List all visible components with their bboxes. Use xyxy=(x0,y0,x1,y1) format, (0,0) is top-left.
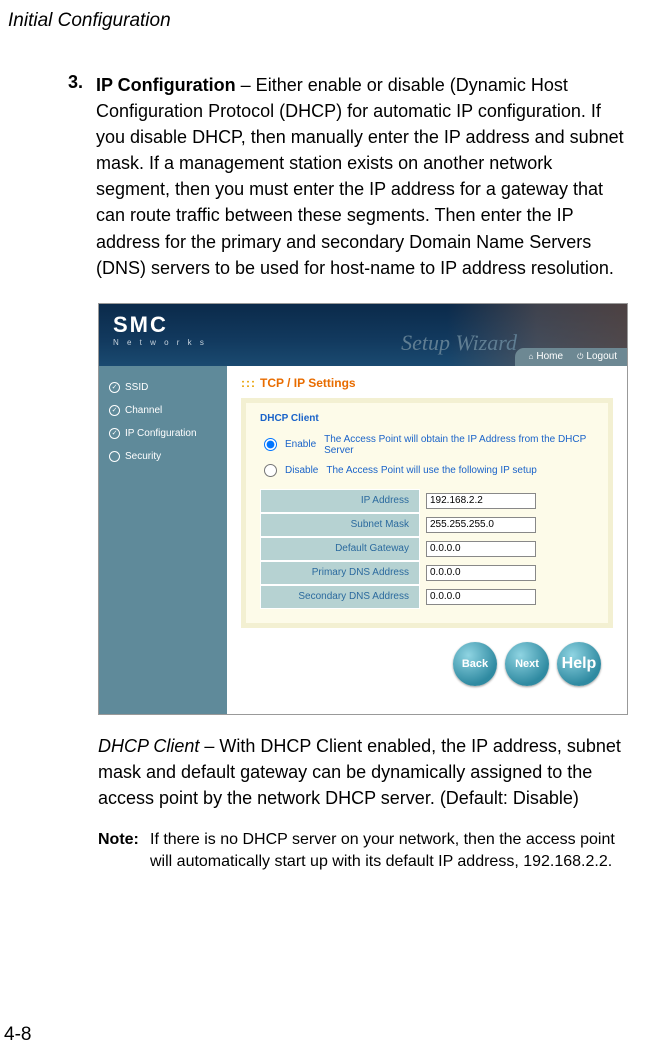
title-dots-icon: ::: xyxy=(241,376,256,390)
radio-enable-input[interactable] xyxy=(264,438,277,451)
form-heading: DHCP Client xyxy=(260,413,594,424)
note-label: Note: xyxy=(98,829,150,872)
ip-settings-table: IP Address Subnet Mask Default Gateway P… xyxy=(260,489,594,609)
sidebar-item-label: SSID xyxy=(125,382,148,393)
check-icon xyxy=(109,405,120,416)
default-gateway-input[interactable] xyxy=(426,541,536,557)
radio-disable-desc: The Access Point will use the following … xyxy=(326,465,536,476)
sidebar-item-label: Channel xyxy=(125,405,162,416)
radio-disable-label: Disable xyxy=(285,465,318,476)
circle-icon xyxy=(109,451,120,462)
table-row: Subnet Mask xyxy=(260,513,594,537)
help-button[interactable]: Help xyxy=(557,642,601,686)
wizard-buttons: Back Next Help xyxy=(241,628,613,700)
home-icon: ⌂ xyxy=(529,352,534,361)
brand-logo: SMC N e t w o r k s xyxy=(113,312,207,347)
step-body: – Either enable or disable (Dynamic Host… xyxy=(96,75,624,278)
logout-link[interactable]: ⏻Logout xyxy=(577,351,617,362)
section-title-text: TCP / IP Settings xyxy=(260,376,356,390)
table-row: IP Address xyxy=(260,489,594,513)
radio-disable-input[interactable] xyxy=(264,464,277,477)
primary-dns-input[interactable] xyxy=(426,565,536,581)
radio-enable[interactable]: Enable The Access Point will obtain the … xyxy=(264,434,594,456)
step-title: IP Configuration xyxy=(96,75,236,95)
sidebar-item-ip-configuration[interactable]: IP Configuration xyxy=(107,422,219,445)
next-button[interactable]: Next xyxy=(505,642,549,686)
table-row: Secondary DNS Address xyxy=(260,585,594,609)
check-icon xyxy=(109,382,120,393)
sidebar-item-ssid[interactable]: SSID xyxy=(107,376,219,399)
radio-disable[interactable]: Disable The Access Point will use the fo… xyxy=(264,464,594,477)
wizard-title: Setup Wizard xyxy=(401,330,517,356)
dhcp-form: DHCP Client Enable The Access Point will… xyxy=(241,398,613,628)
field-label: Secondary DNS Address xyxy=(260,585,420,609)
logout-label: Logout xyxy=(586,351,617,362)
page-number: 4-8 xyxy=(4,1024,31,1046)
radio-enable-desc: The Access Point will obtain the IP Addr… xyxy=(324,434,594,456)
sidebar-item-channel[interactable]: Channel xyxy=(107,399,219,422)
logout-icon: ⏻ xyxy=(577,352,583,362)
top-navbar: ⌂Home ⏻Logout xyxy=(515,348,627,366)
table-row: Default Gateway xyxy=(260,537,594,561)
section-title: :::TCP / IP Settings xyxy=(241,376,613,390)
dhcp-lead: DHCP Client xyxy=(98,736,199,756)
wizard-main: :::TCP / IP Settings DHCP Client Enable … xyxy=(227,366,627,714)
step-block: 3. IP Configuration – Either enable or d… xyxy=(68,72,631,281)
field-label: Default Gateway xyxy=(260,537,420,561)
back-button[interactable]: Back xyxy=(453,642,497,686)
table-row: Primary DNS Address xyxy=(260,561,594,585)
step-number: 3. xyxy=(68,72,96,281)
secondary-dns-input[interactable] xyxy=(426,589,536,605)
field-label: IP Address xyxy=(260,489,420,513)
note-block: Note: If there is no DHCP server on your… xyxy=(98,829,631,872)
field-label: Subnet Mask xyxy=(260,513,420,537)
page-header: Initial Configuration xyxy=(8,10,641,32)
field-label: Primary DNS Address xyxy=(260,561,420,585)
wizard-header: SMC N e t w o r k s Setup Wizard ⌂Home ⏻… xyxy=(99,304,627,366)
home-label: Home xyxy=(536,351,563,362)
ip-address-input[interactable] xyxy=(426,493,536,509)
subnet-mask-input[interactable] xyxy=(426,517,536,533)
wizard-sidebar: SSID Channel IP Configuration Security xyxy=(99,366,227,714)
radio-enable-label: Enable xyxy=(285,439,316,450)
sidebar-item-security[interactable]: Security xyxy=(107,445,219,468)
logo-text: SMC xyxy=(113,312,207,338)
note-body: If there is no DHCP server on your netwo… xyxy=(150,829,631,872)
sidebar-item-label: IP Configuration xyxy=(125,428,197,439)
check-icon xyxy=(109,428,120,439)
home-link[interactable]: ⌂Home xyxy=(529,351,564,362)
sidebar-item-label: Security xyxy=(125,451,161,462)
logo-subtext: N e t w o r k s xyxy=(113,338,207,347)
wizard-screenshot: SMC N e t w o r k s Setup Wizard ⌂Home ⏻… xyxy=(98,303,628,715)
dhcp-client-paragraph: DHCP Client – With DHCP Client enabled, … xyxy=(98,733,631,811)
step-text: IP Configuration – Either enable or disa… xyxy=(96,72,631,281)
